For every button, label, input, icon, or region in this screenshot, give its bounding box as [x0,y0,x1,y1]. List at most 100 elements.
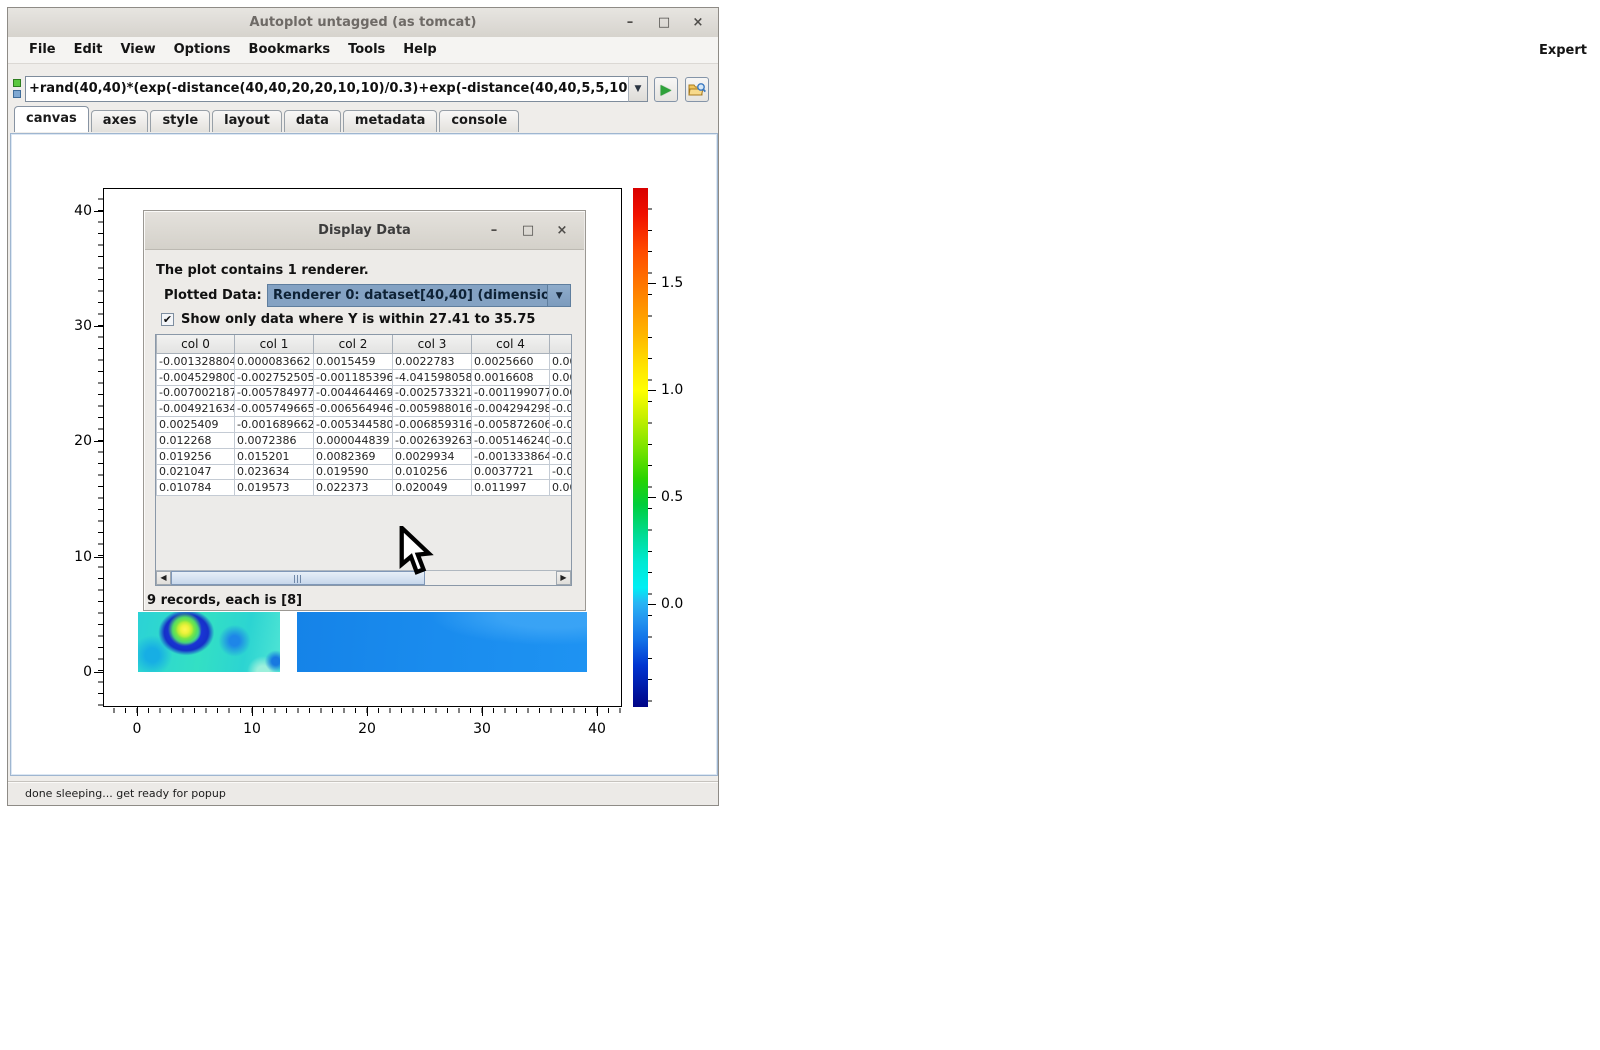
expert-toggle[interactable]: Expert [1539,37,1587,64]
table-cell[interactable]: 0.020049 [393,480,472,496]
table-cell[interactable]: -0.0 [550,464,573,480]
scrollbar-thumb[interactable] [171,571,425,585]
table-cell[interactable]: 0.0022783 [393,354,472,370]
table-cell[interactable]: -0.005872606... [472,417,550,433]
heatmap-patch-right[interactable] [297,612,587,672]
table-cell[interactable]: 0.00 [550,354,573,370]
menu-item-edit[interactable]: Edit [65,37,112,63]
dialog-close-icon[interactable]: × [555,223,569,238]
tab-metadata[interactable]: metadata [343,110,437,132]
horizontal-scrollbar[interactable]: ◀ ▶ [156,570,571,585]
table-cell[interactable]: -0.001199077... [472,385,550,401]
table-cell[interactable]: -0.006564946... [314,401,393,417]
tab-data[interactable]: data [284,110,341,132]
menu-item-help[interactable]: Help [394,37,445,63]
table-header-cell[interactable]: col 2 [314,335,393,354]
table-cell[interactable]: 0.021047 [157,464,235,480]
y-filter-checkbox[interactable]: ✔ [161,313,174,326]
table-cell[interactable]: -0.002573321... [393,385,472,401]
close-icon[interactable]: × [691,15,705,30]
table-cell[interactable]: 0.015201 [235,448,314,464]
inspect-uri-button[interactable] [685,77,709,102]
table-cell[interactable]: 0.00 [550,385,573,401]
table-row[interactable]: 0.0107840.0195730.0223730.0200490.011997… [157,480,573,496]
table-cell[interactable]: -0.005344580... [314,417,393,433]
tab-style[interactable]: style [150,110,210,132]
table-cell[interactable]: 0.023634 [235,464,314,480]
table-cell[interactable]: -0.006859316... [393,417,472,433]
table-cell[interactable]: 0.022373 [314,480,393,496]
table-row[interactable]: -0.004921634...-0.005749665...-0.0065649… [157,401,573,417]
minimize-icon[interactable]: – [623,15,637,30]
table-cell[interactable]: 0.0025409 [157,417,235,433]
table-cell[interactable]: -0.0 [550,432,573,448]
menu-item-view[interactable]: View [111,37,164,63]
dialog-maximize-icon[interactable]: □ [521,223,535,238]
table-cell[interactable]: -0.001185396... [314,369,393,385]
table-cell[interactable]: -0.004529800... [157,369,235,385]
colorbar[interactable] [633,188,648,707]
table-cell[interactable]: 0.0029934 [393,448,472,464]
table-cell[interactable]: -0.005988016... [393,401,472,417]
maximize-icon[interactable]: □ [657,15,671,30]
table-cell[interactable]: -0.0 [550,448,573,464]
table-cell[interactable]: -0.0 [550,417,573,433]
table-cell[interactable]: 0.0015459 [314,354,393,370]
table-cell[interactable]: -0.007002187... [157,385,235,401]
table-cell[interactable]: -0.001328804... [157,354,235,370]
table-row[interactable]: 0.0122680.00723860.000044839-0.002639263… [157,432,573,448]
heatmap-patch-left[interactable] [138,612,280,672]
table-cell[interactable]: -0.001689662... [235,417,314,433]
dialog-minimize-icon[interactable]: – [487,223,501,238]
table-cell[interactable]: -0.005146240... [472,432,550,448]
table-cell[interactable]: -0.005749665... [235,401,314,417]
tab-axes[interactable]: axes [91,110,149,132]
table-cell[interactable]: 0.019256 [157,448,235,464]
table-cell[interactable]: -0.001333864... [472,448,550,464]
table-cell[interactable]: -0.004921634... [157,401,235,417]
go-button[interactable]: ▶ [654,77,678,102]
table-cell[interactable]: 0.019590 [314,464,393,480]
uri-dropdown-button[interactable]: ▼ [628,76,648,102]
menu-item-options[interactable]: Options [165,37,240,63]
plotted-data-combobox[interactable]: Renderer 0: dataset[40,40] (dimension...… [267,284,571,307]
table-cell[interactable]: 0.00 [550,480,573,496]
scroll-right-button[interactable]: ▶ [556,571,571,585]
table-cell[interactable]: 0.0072386 [235,432,314,448]
tab-console[interactable]: console [439,110,519,132]
table-cell[interactable]: 0.011997 [472,480,550,496]
table-cell[interactable]: -0.004294298... [472,401,550,417]
table-header-cell[interactable]: col 4 [472,335,550,354]
table-header-cell[interactable]: col 1 [235,335,314,354]
menu-item-bookmarks[interactable]: Bookmarks [240,37,340,63]
tab-canvas[interactable]: canvas [14,106,89,132]
table-cell[interactable]: 0.00 [550,369,573,385]
table-header-cell[interactable]: col 3 [393,335,472,354]
table-cell[interactable]: 0.000083662 [235,354,314,370]
title-bar[interactable]: Autoplot untagged (as tomcat) [8,8,718,38]
menu-item-file[interactable]: File [20,37,65,63]
chevron-down-icon[interactable]: ▼ [547,285,570,306]
table-header-cell[interactable]: col 0 [157,335,235,354]
uri-input[interactable]: +rand(40,40)*(exp(-distance(40,40,20,20,… [25,76,629,102]
table-cell[interactable]: 0.0082369 [314,448,393,464]
table-cell[interactable]: -4.041598058... [393,369,472,385]
table-cell[interactable]: -0.002639263... [393,432,472,448]
table-row[interactable]: 0.0210470.0236340.0195900.0102560.003772… [157,464,573,480]
table-cell[interactable]: -0.004464469... [314,385,393,401]
table-cell[interactable]: 0.000044839 [314,432,393,448]
table-cell[interactable]: 0.010256 [393,464,472,480]
table-cell[interactable]: 0.010784 [157,480,235,496]
table-row[interactable]: 0.0192560.0152010.00823690.0029934-0.001… [157,448,573,464]
table-cell[interactable]: -0.005784977... [235,385,314,401]
table-row[interactable]: -0.001328804...0.0000836620.00154590.002… [157,354,573,370]
table-cell[interactable]: 0.012268 [157,432,235,448]
table-cell[interactable]: -0.002752505... [235,369,314,385]
scroll-left-button[interactable]: ◀ [156,571,171,585]
table-cell[interactable]: 0.0016608 [472,369,550,385]
tab-layout[interactable]: layout [212,110,282,132]
data-table-scrollpane[interactable]: col 0col 1col 2col 3col 4-0.001328804...… [155,334,572,586]
table-header-cell[interactable] [550,335,573,354]
table-cell[interactable]: -0.0 [550,401,573,417]
table-cell[interactable]: 0.019573 [235,480,314,496]
